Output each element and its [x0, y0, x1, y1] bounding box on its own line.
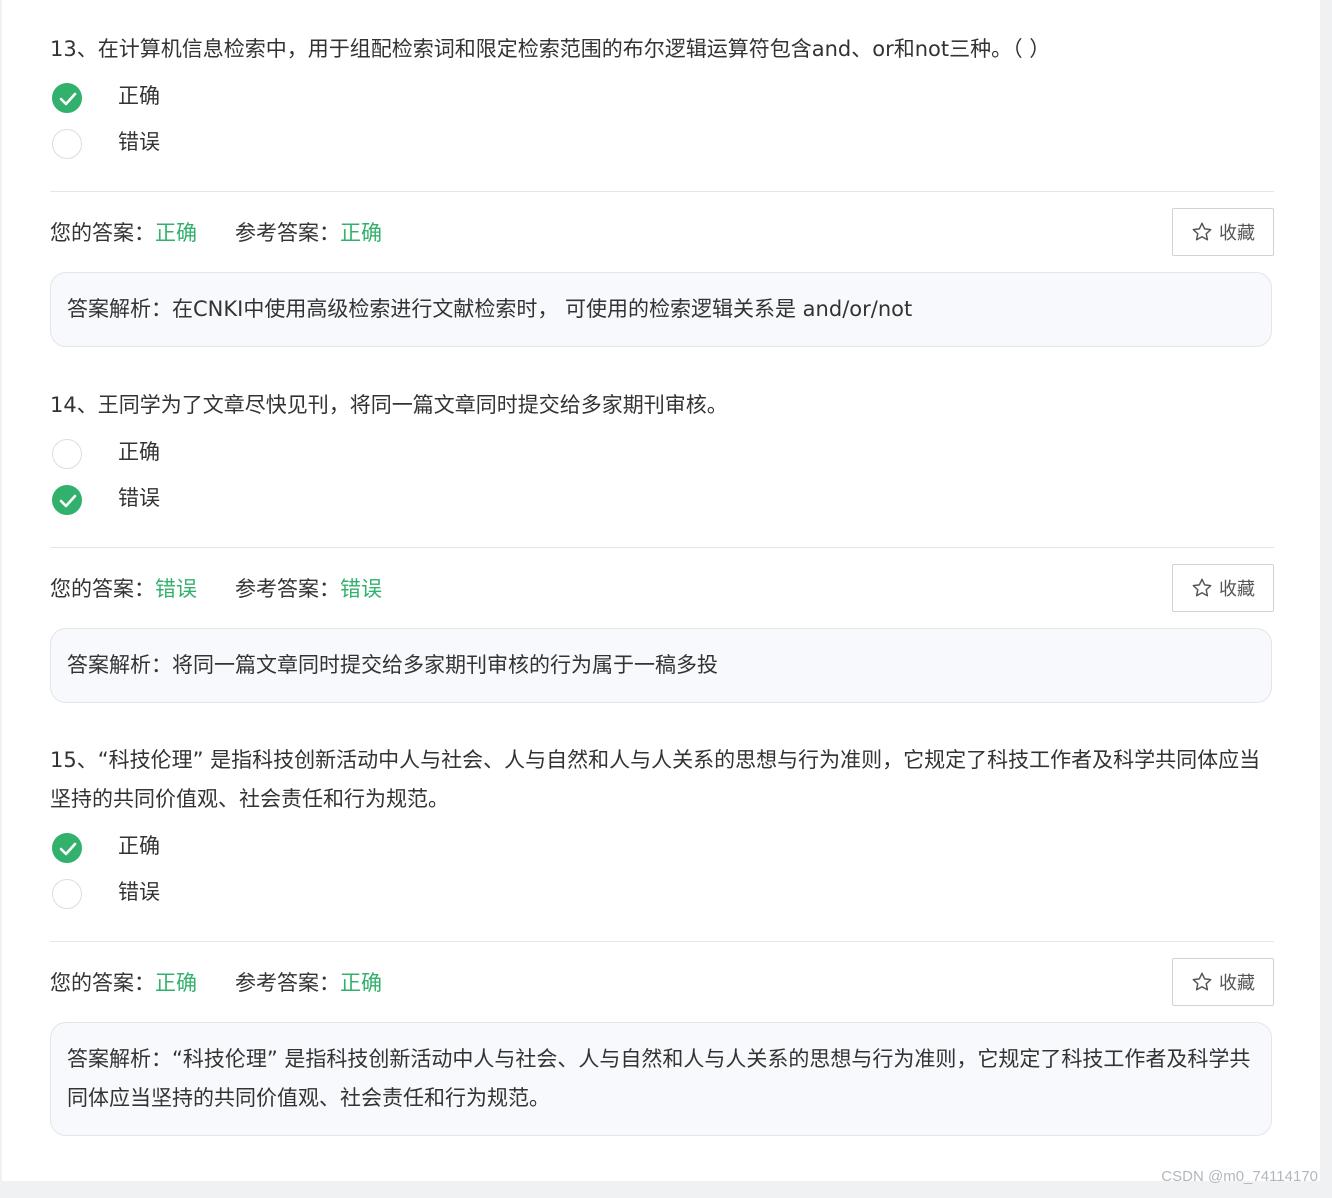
- analysis-text: 答案解析：在CNKI中使用高级检索进行文献检索时， 可使用的检索逻辑关系是 an…: [67, 297, 913, 321]
- answer-row: 您的答案：正确 参考答案：正确: [50, 218, 382, 248]
- analysis-text: 答案解析：“科技伦理” 是指科技创新活动中人与社会、人与自然和人与人关系的思想与…: [67, 1047, 1251, 1110]
- question-text: 13、在计算机信息检索中，用于组配检索词和限定检索范围的布尔逻辑运算符包含and…: [50, 37, 1051, 61]
- your-answer-label: 您的答案：: [50, 221, 155, 245]
- option-wrong[interactable]: 错误: [50, 123, 1274, 169]
- radio-unchecked[interactable]: [52, 879, 82, 909]
- reference-answer-value: 错误: [340, 577, 382, 601]
- radio-checked[interactable]: [52, 485, 82, 515]
- radio-checked[interactable]: [52, 83, 82, 113]
- reference-answer-value: 正确: [340, 221, 382, 245]
- your-answer-label: 您的答案：: [50, 577, 155, 601]
- check-icon: [59, 92, 77, 106]
- divider: [50, 547, 1274, 548]
- question-13: 13、在计算机信息检索中，用于组配检索词和限定检索范围的布尔逻辑运算符包含and…: [50, 30, 1274, 347]
- watermark: CSDN @m0_74114170: [1161, 1168, 1318, 1185]
- option-label: 错误: [118, 130, 160, 154]
- question-14: 14、王同学为了文章尽快见刊，将同一篇文章同时提交给多家期刊审核。 正确 错误 …: [50, 386, 1274, 703]
- your-answer-value: 正确: [155, 971, 197, 995]
- answer-row: 您的答案：正确 参考答案：正确: [50, 968, 382, 998]
- star-icon: [1192, 972, 1212, 991]
- reference-answer-label: 参考答案：: [235, 221, 340, 245]
- quiz-panel: 13、在计算机信息检索中，用于组配检索词和限定检索范围的布尔逻辑运算符包含and…: [2, 0, 1320, 1181]
- option-label: 正确: [118, 440, 160, 464]
- star-icon: [1192, 578, 1212, 597]
- star-icon: [1192, 222, 1212, 241]
- radio-checked[interactable]: [52, 833, 82, 863]
- option-correct[interactable]: 正确: [50, 433, 1274, 479]
- option-correct[interactable]: 正确: [50, 827, 1274, 873]
- option-label: 错误: [118, 880, 160, 904]
- answer-analysis: 答案解析：将同一篇文章同时提交给多家期刊审核的行为属于一稿多投: [50, 628, 1272, 703]
- favorite-label: 收藏: [1219, 973, 1255, 994]
- option-label: 正确: [118, 834, 160, 858]
- your-answer-value: 错误: [155, 577, 197, 601]
- check-icon: [59, 842, 77, 856]
- divider: [50, 191, 1274, 192]
- favorite-label: 收藏: [1219, 579, 1255, 600]
- answer-analysis: 答案解析：“科技伦理” 是指科技创新活动中人与社会、人与自然和人与人关系的思想与…: [50, 1022, 1272, 1136]
- question-15: 15、“科技伦理” 是指科技创新活动中人与社会、人与自然和人与人关系的思想与行为…: [50, 741, 1274, 1136]
- favorite-button[interactable]: 收藏: [1172, 564, 1274, 612]
- option-correct[interactable]: 正确: [50, 77, 1274, 123]
- answer-analysis: 答案解析：在CNKI中使用高级检索进行文献检索时， 可使用的检索逻辑关系是 an…: [50, 272, 1272, 347]
- answer-row: 您的答案：错误 参考答案：错误: [50, 574, 382, 604]
- divider: [50, 941, 1274, 942]
- option-wrong[interactable]: 错误: [50, 873, 1274, 919]
- reference-answer-value: 正确: [340, 971, 382, 995]
- option-label: 错误: [118, 486, 160, 510]
- reference-answer-label: 参考答案：: [235, 577, 340, 601]
- favorite-button[interactable]: 收藏: [1172, 208, 1274, 256]
- option-label: 正确: [118, 84, 160, 108]
- check-icon: [59, 494, 77, 508]
- question-text: 14、王同学为了文章尽快见刊，将同一篇文章同时提交给多家期刊审核。: [50, 393, 728, 417]
- radio-unchecked[interactable]: [52, 439, 82, 469]
- favorite-label: 收藏: [1219, 223, 1255, 244]
- favorite-button[interactable]: 收藏: [1172, 958, 1274, 1006]
- radio-unchecked[interactable]: [52, 129, 82, 159]
- your-answer-value: 正确: [155, 221, 197, 245]
- question-text: 15、“科技伦理” 是指科技创新活动中人与社会、人与自然和人与人关系的思想与行为…: [50, 748, 1261, 811]
- analysis-text: 答案解析：将同一篇文章同时提交给多家期刊审核的行为属于一稿多投: [67, 653, 718, 677]
- option-wrong[interactable]: 错误: [50, 479, 1274, 525]
- reference-answer-label: 参考答案：: [235, 971, 340, 995]
- your-answer-label: 您的答案：: [50, 971, 155, 995]
